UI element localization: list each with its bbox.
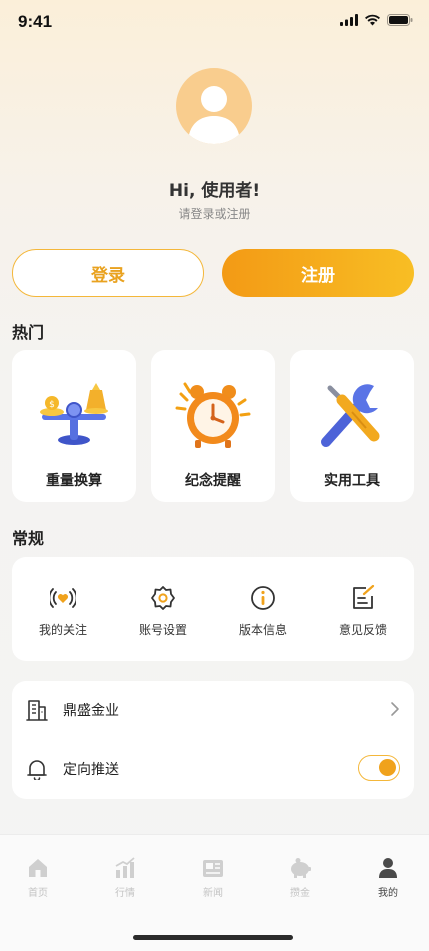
register-button[interactable]: 注册 [222, 249, 414, 297]
status-time: 9:41 [18, 12, 53, 31]
alarm-clock-icon [175, 382, 251, 448]
general-item-version-info[interactable]: 版本信息 [213, 557, 313, 661]
chevron-right-icon [391, 702, 399, 716]
tab-label: 新闻 [203, 888, 223, 899]
general-item-label: 版本信息 [238, 623, 287, 637]
list-row-label: 定向推送 [63, 762, 119, 778]
general-section-title: 常规 [12, 529, 45, 548]
list-row-company[interactable]: 鼎盛金业 [12, 681, 414, 740]
general-item-label: 我的关注 [38, 623, 87, 637]
toggle-knob [379, 759, 396, 776]
general-item-feedback[interactable]: 意见反馈 [313, 557, 413, 661]
list-row-label: 鼎盛金业 [63, 703, 119, 719]
wifi-icon [365, 14, 380, 26]
hot-item-label: 实用工具 [324, 473, 380, 489]
list-row-targeted-push: 定向推送 [12, 740, 414, 799]
tab-mine[interactable]: 我的 [358, 857, 418, 903]
hot-item-label: 纪念提醒 [185, 473, 241, 489]
hot-item-weight-conversion[interactable]: $ 重量换算 [12, 350, 136, 502]
status-bar: 9:41 [0, 0, 429, 46]
default-avatar-icon [188, 86, 240, 144]
login-button[interactable]: 登录 [12, 249, 204, 297]
general-item-account-settings[interactable]: 账号设置 [113, 557, 213, 661]
tab-bar: 首页 行情 新闻 攒金 我的 [0, 834, 429, 951]
gear-icon [151, 586, 175, 610]
battery-icon [387, 14, 413, 26]
cellular-signal-icon [340, 14, 358, 26]
settings-list: 鼎盛金业 定向推送 [12, 681, 414, 799]
status-icons [340, 14, 413, 26]
general-item-label: 意见反馈 [338, 623, 387, 637]
tab-home[interactable]: 首页 [8, 857, 68, 903]
scale-icon: $ [40, 383, 108, 445]
home-icon [29, 859, 47, 877]
hot-section-title: 热门 [12, 323, 45, 342]
tools-icon [321, 384, 380, 447]
piggy-bank-icon [291, 858, 311, 878]
bell-icon [27, 760, 47, 780]
tab-save-gold[interactable]: 攒金 [270, 857, 330, 903]
general-card: 我的关注 账号设置 版本信息 意见反馈 [12, 557, 414, 661]
hot-item-anniversary-reminder[interactable]: 纪念提醒 [151, 350, 275, 502]
building-icon [26, 700, 48, 721]
hot-item-utility-tools[interactable]: 实用工具 [290, 350, 414, 502]
push-toggle[interactable] [358, 755, 400, 781]
heart-signal-icon [50, 588, 76, 608]
hot-item-label: 重量换算 [46, 473, 102, 489]
general-item-my-follows[interactable]: 我的关注 [13, 557, 113, 661]
svg-text:$: $ [49, 400, 55, 410]
home-indicator[interactable] [133, 935, 293, 940]
tab-label: 首页 [28, 888, 48, 899]
tab-label: 我的 [378, 888, 398, 899]
chart-icon [115, 857, 135, 878]
info-icon [251, 586, 275, 610]
tab-label: 攒金 [290, 888, 310, 899]
login-prompt[interactable]: 请登录或注册 [0, 205, 429, 222]
news-icon [203, 860, 223, 877]
tab-news[interactable]: 新闻 [183, 857, 243, 903]
general-item-label: 账号设置 [138, 623, 187, 637]
greeting: Hi, 使用者! [168, 181, 261, 201]
avatar[interactable] [176, 68, 252, 144]
feedback-edit-icon [353, 585, 375, 609]
person-icon [379, 858, 397, 878]
tab-label: 行情 [115, 888, 135, 899]
tab-market[interactable]: 行情 [95, 857, 155, 903]
